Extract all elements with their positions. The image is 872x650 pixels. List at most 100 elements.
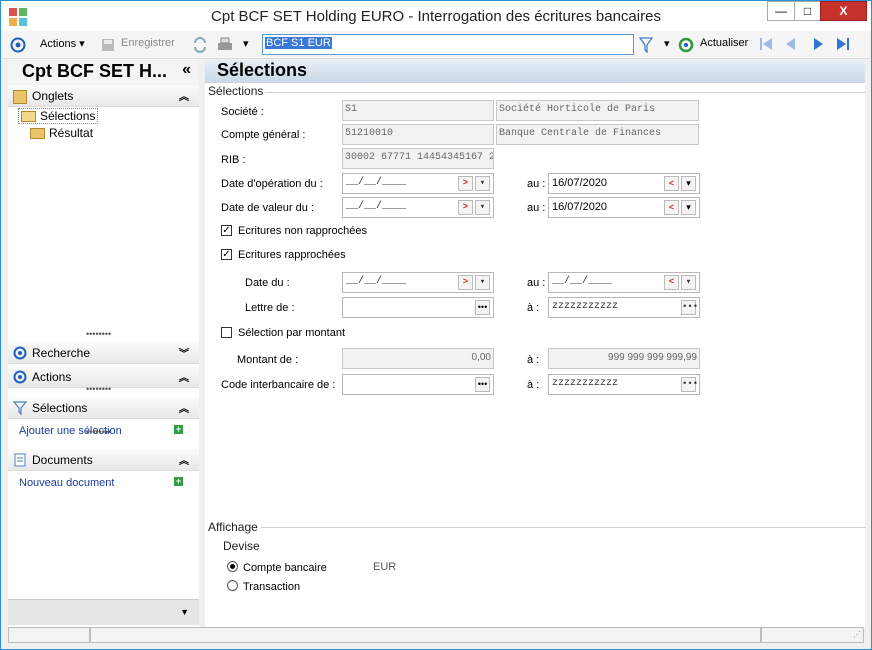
- print-icon[interactable]: [216, 37, 234, 53]
- montant-checkbox[interactable]: [221, 327, 232, 338]
- refresh-arrows-icon[interactable]: [192, 37, 208, 53]
- maximize-button[interactable]: □: [794, 1, 821, 21]
- date-du-label: Date du :: [245, 277, 290, 289]
- refresh-icon[interactable]: [678, 37, 694, 53]
- search-input[interactable]: BCF S1 EUR: [262, 34, 634, 55]
- chevron-down-icon[interactable]: ︾: [179, 345, 189, 360]
- ellipsis-icon[interactable]: •••: [681, 377, 698, 392]
- lettre-to-input[interactable]: zzzzzzzzzzz •••: [548, 297, 700, 318]
- transaction-radio[interactable]: [227, 580, 238, 591]
- chevron-down-icon[interactable]: ▾: [681, 200, 696, 215]
- document-icon: [14, 453, 26, 467]
- tree-item-label: Sélections: [40, 109, 96, 123]
- date-operation-to-input[interactable]: 16/07/2020 < ▾: [548, 173, 700, 194]
- ellipsis-icon[interactable]: •••: [475, 377, 490, 392]
- section-documents[interactable]: Documents ︽: [8, 449, 199, 471]
- sidebar-title-text: Cpt BCF SET H...: [22, 61, 167, 81]
- chevron-up-icon[interactable]: ︽: [179, 400, 189, 415]
- calendar-icon[interactable]: <: [664, 176, 679, 191]
- actions-label: Actions: [40, 38, 77, 50]
- resize-grip-icon[interactable]: ⋰: [853, 630, 861, 639]
- section-documents-label: Documents: [32, 453, 93, 467]
- calendar-icon[interactable]: >: [458, 275, 473, 290]
- lettre-from-input[interactable]: •••: [342, 297, 494, 318]
- tree-item-selections[interactable]: Sélections: [18, 108, 99, 124]
- tree-item-resultat[interactable]: Résultat: [30, 126, 93, 140]
- chevron-down-icon[interactable]: ▼: [180, 607, 189, 617]
- date-value: 16/07/2020: [552, 201, 608, 213]
- add-icon[interactable]: +: [174, 425, 183, 434]
- first-record-icon[interactable]: [758, 36, 774, 52]
- chevron-up-icon[interactable]: ︽: [179, 369, 189, 384]
- filter-icon[interactable]: [639, 37, 653, 53]
- splitter-grip[interactable]: ••••••••: [86, 427, 111, 437]
- code-value: zzzzzzzzzzz: [552, 378, 619, 389]
- chevron-down-icon[interactable]: ▾: [475, 176, 490, 191]
- target-icon[interactable]: [10, 37, 26, 53]
- chevron-up-icon[interactable]: ︽: [179, 88, 189, 103]
- actions-menu[interactable]: Actions ▾: [40, 37, 85, 50]
- compte-bancaire-radio[interactable]: [227, 561, 238, 572]
- status-pane: [8, 627, 90, 643]
- compte-code-field: 51210010: [342, 124, 494, 145]
- chevron-down-icon[interactable]: ▾: [475, 275, 490, 290]
- refresh-button[interactable]: Actualiser: [700, 37, 748, 49]
- previous-record-icon[interactable]: [783, 36, 799, 52]
- non-rapprochees-label: Ecritures non rapprochées: [238, 225, 368, 237]
- rapprochees-checkbox[interactable]: ✓: [221, 249, 232, 260]
- montant-to-field: 999 999 999 999,99: [548, 348, 700, 369]
- filter-icon: [13, 401, 27, 415]
- section-onglets[interactable]: Onglets ︽: [8, 85, 199, 107]
- date-du-to-input[interactable]: __/__/____ < ▾: [548, 272, 700, 293]
- filter-dropdown-icon[interactable]: ▾: [664, 37, 670, 50]
- chevron-down-icon[interactable]: ▾: [475, 200, 490, 215]
- new-document-link[interactable]: Nouveau document: [19, 477, 114, 489]
- date-valeur-to-input[interactable]: 16/07/2020 < ▾: [548, 197, 700, 218]
- date-du-from-input[interactable]: __/__/____ > ▾: [342, 272, 494, 293]
- rib-label: RIB :: [221, 154, 246, 166]
- window-title: Cpt BCF SET Holding EURO - Interrogation…: [211, 8, 661, 25]
- montant-from-field: 0,00: [342, 348, 494, 369]
- a-label: à :: [527, 354, 540, 366]
- sidebar-title: Cpt BCF SET H... «: [8, 59, 199, 85]
- last-record-icon[interactable]: [835, 36, 851, 52]
- currency-label: EUR: [373, 561, 397, 573]
- target-icon: [13, 370, 27, 384]
- date-valeur-from-input[interactable]: __/__/____ > ▾: [342, 197, 494, 218]
- main-panel: Sélections Sélections Société : S1 Socié…: [205, 59, 865, 627]
- code-from-input[interactable]: •••: [342, 374, 494, 395]
- divider: [261, 527, 865, 528]
- section-recherche[interactable]: Recherche ︾: [8, 342, 199, 364]
- ellipsis-icon[interactable]: •••: [475, 300, 490, 315]
- section-selections[interactable]: Sélections ︽: [8, 397, 199, 419]
- save-button[interactable]: Enregistrer: [121, 37, 175, 49]
- splitter-grip[interactable]: ••••••••: [86, 384, 111, 394]
- chevron-up-icon[interactable]: ︽: [179, 452, 189, 467]
- minimize-button[interactable]: —: [767, 1, 795, 21]
- close-button[interactable]: X: [820, 1, 867, 21]
- next-record-icon[interactable]: [810, 36, 826, 52]
- sidebar: Cpt BCF SET H... « Onglets ︽ Sélections R…: [8, 59, 199, 627]
- print-dropdown-icon[interactable]: ▾: [243, 37, 249, 50]
- chevron-down-icon[interactable]: ▾: [681, 275, 696, 290]
- rapprochees-label: Ecritures rapprochées: [238, 249, 346, 261]
- save-icon: [102, 39, 114, 51]
- non-rapprochees-checkbox[interactable]: ✓: [221, 225, 232, 236]
- ellipsis-icon[interactable]: •••: [681, 300, 698, 315]
- calendar-icon[interactable]: <: [664, 200, 679, 215]
- calendar-icon[interactable]: >: [458, 176, 473, 191]
- calendar-icon[interactable]: <: [664, 275, 679, 290]
- status-bar: ⋰: [8, 627, 864, 644]
- code-to-input[interactable]: zzzzzzzzzzz •••: [548, 374, 700, 395]
- add-icon[interactable]: +: [174, 477, 183, 486]
- compte-name-field: Banque Centrale de Finances: [496, 124, 699, 145]
- section-selections-label: Sélections: [32, 401, 88, 415]
- date-valeur-label: Date de valeur du :: [221, 202, 314, 214]
- splitter-grip[interactable]: ••••••••: [86, 329, 111, 339]
- collapse-sidebar-icon[interactable]: «: [182, 61, 191, 79]
- title-bar: Cpt BCF SET Holding EURO - Interrogation…: [1, 1, 871, 31]
- chevron-down-icon[interactable]: ▾: [681, 176, 696, 191]
- date-operation-from-input[interactable]: __/__/____ > ▾: [342, 173, 494, 194]
- calendar-icon[interactable]: >: [458, 200, 473, 215]
- status-pane: ⋰: [761, 627, 864, 643]
